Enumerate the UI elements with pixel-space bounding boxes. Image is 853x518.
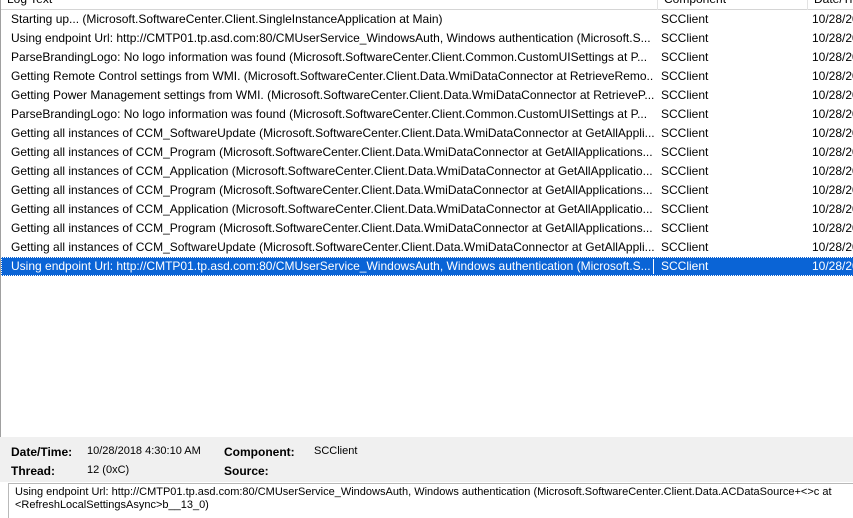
message-text-box[interactable]: Using endpoint Url: http://CMTP01.tp.asd… [8,483,853,518]
message-line-2: <RefreshLocalSettingsAsync>b__13_0) [15,499,209,511]
log-row[interactable]: Getting all instances of CCM_Program (Mi… [1,181,853,200]
log-row[interactable]: ParseBrandingLogo: No logo information w… [1,105,853,124]
log-text-cell: Getting all instances of CCM_Program (Mi… [11,145,653,159]
date-cell: 10/28/20 [812,202,853,216]
log-row-selected[interactable]: Using endpoint Url: http://CMTP01.tp.asd… [1,257,853,276]
log-text-cell: Using endpoint Url: http://CMTP01.tp.asd… [11,31,651,45]
log-row[interactable]: Getting all instances of CCM_SoftwareUpd… [1,238,853,257]
date-cell: 10/28/20 [812,240,853,254]
log-text-cell: Getting all instances of CCM_Program (Mi… [11,183,653,197]
component-cell: SCClient [661,88,709,102]
date-cell: 10/28/20 [812,88,853,102]
log-text-cell: ParseBrandingLogo: No logo information w… [11,107,648,121]
message-line-1: Using endpoint Url: http://CMTP01.tp.asd… [15,486,832,498]
log-text-cell: Getting all instances of CCM_SoftwareUpd… [11,240,654,254]
component-value: SCClient [314,445,358,457]
log-row[interactable]: Getting all instances of CCM_Program (Mi… [1,219,853,238]
date-cell: 10/28/20 [812,69,853,83]
log-text-cell: Getting all instances of CCM_Application… [11,164,653,178]
column-header-row: Log Text Component Date/Ti [1,0,853,10]
component-cell: SCClient [661,240,709,254]
log-row[interactable]: ParseBrandingLogo: No logo information w… [1,48,853,67]
log-row[interactable]: Getting Power Management settings from W… [1,86,853,105]
component-cell: SCClient [661,221,709,235]
log-row[interactable]: Using endpoint Url: http://CMTP01.tp.asd… [1,29,853,48]
details-pane: Date/Time: 10/28/2018 4:30:10 AM Compone… [0,437,853,482]
log-text-cell: Getting all instances of CCM_Application… [11,202,653,216]
log-rows: Starting up... (Microsoft.SoftwareCenter… [1,10,853,276]
component-cell: SCClient [661,202,709,216]
component-cell: SCClient [661,259,709,273]
log-row[interactable]: Starting up... (Microsoft.SoftwareCenter… [1,10,853,29]
component-cell: SCClient [661,107,709,121]
log-row[interactable]: Getting all instances of CCM_SoftwareUpd… [1,124,853,143]
log-row[interactable]: Getting all instances of CCM_Program (Mi… [1,143,853,162]
date-cell: 10/28/20 [812,12,853,26]
date-cell: 10/28/20 [812,145,853,159]
log-row[interactable]: Getting Remote Control settings from WMI… [1,67,853,86]
datetime-value: 10/28/2018 4:30:10 AM [87,445,201,457]
column-header-log-text[interactable]: Log Text [1,0,658,10]
date-cell: 10/28/20 [812,126,853,140]
component-cell: SCClient [661,164,709,178]
column-header-component[interactable]: Component [658,0,808,10]
thread-label: Thread: [11,464,56,478]
log-text-cell: Getting all instances of CCM_SoftwareUpd… [11,126,654,140]
date-cell: 10/28/20 [812,221,853,235]
thread-value: 12 (0xC) [87,464,130,476]
date-cell: 10/28/20 [812,164,853,178]
component-cell: SCClient [661,50,709,64]
component-label: Component: [224,445,295,459]
log-list[interactable]: Log Text Component Date/Ti Starting up..… [0,0,853,437]
date-cell: 10/28/20 [812,259,853,273]
log-text-cell: Getting Remote Control settings from WMI… [11,69,654,83]
column-header-date-time[interactable]: Date/Ti [808,0,853,10]
datetime-label: Date/Time: [11,445,73,459]
log-row[interactable]: Getting all instances of CCM_Application… [1,162,853,181]
component-cell: SCClient [661,31,709,45]
log-text-cell: Getting Power Management settings from W… [11,88,654,102]
date-cell: 10/28/20 [812,31,853,45]
log-text-cell: Getting all instances of CCM_Program (Mi… [11,221,653,235]
log-text-cell: Using endpoint Url: http://CMTP01.tp.asd… [11,259,651,273]
log-row[interactable]: Getting all instances of CCM_Application… [1,200,853,219]
component-cell: SCClient [661,69,709,83]
date-cell: 10/28/20 [812,107,853,121]
component-cell: SCClient [661,145,709,159]
source-label: Source: [224,464,269,478]
component-cell: SCClient [661,126,709,140]
date-cell: 10/28/20 [812,50,853,64]
component-cell: SCClient [661,12,709,26]
log-text-cell: ParseBrandingLogo: No logo information w… [11,50,648,64]
log-text-cell: Starting up... (Microsoft.SoftwareCenter… [11,12,443,26]
selection-column-separator [653,259,654,274]
component-cell: SCClient [661,183,709,197]
date-cell: 10/28/20 [812,183,853,197]
